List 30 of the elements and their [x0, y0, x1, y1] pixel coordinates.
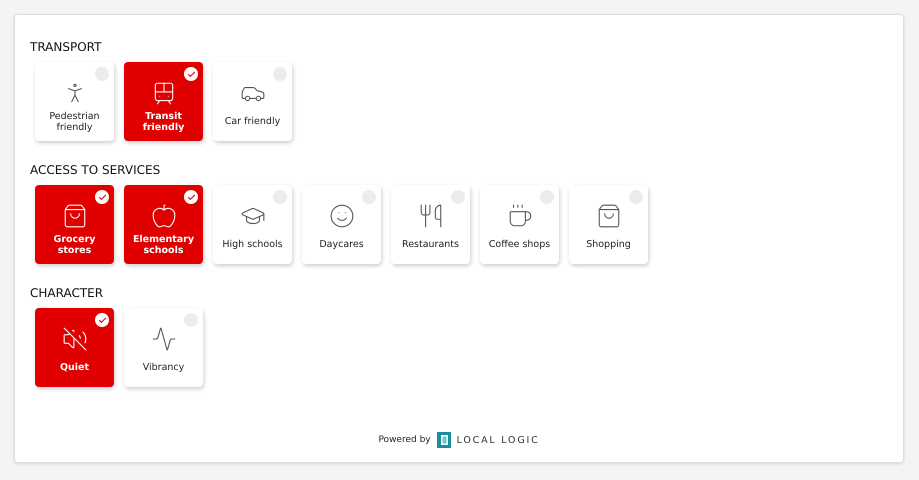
category-tile[interactable]: Car friendly — [213, 62, 292, 141]
category-tile[interactable]: Grocery stores — [35, 185, 114, 264]
category-tile[interactable]: Elementary schools — [124, 185, 203, 264]
section-title: CHARACTER — [30, 285, 104, 301]
check-icon — [95, 190, 109, 204]
muted-speaker-icon — [62, 326, 88, 352]
category-tile[interactable]: Shopping — [569, 185, 648, 264]
category-tile[interactable]: Coffee shops — [480, 185, 559, 264]
pulse-icon — [150, 326, 176, 352]
check-icon — [184, 67, 198, 81]
powered-by-text: Powered by — [378, 435, 431, 445]
apple-icon — [150, 203, 176, 229]
category-tile[interactable]: Vibrancy — [124, 308, 203, 387]
check-icon — [95, 313, 109, 327]
category-tile[interactable]: High schools — [213, 185, 292, 264]
shopping-bag-icon — [596, 203, 622, 229]
section-title: ACCESS TO SERVICES — [30, 162, 162, 178]
category-tile[interactable]: Transit friendly — [124, 62, 203, 141]
category-tile[interactable]: Pedestrian friendly — [35, 62, 114, 141]
category-tile[interactable]: Restaurants — [391, 185, 470, 264]
category-tile[interactable]: Quiet — [35, 308, 114, 387]
section-title: TRANSPORT — [30, 39, 102, 55]
bag-icon — [62, 203, 88, 229]
category-tile[interactable]: Daycares — [302, 185, 381, 264]
smiley-face-icon — [328, 203, 354, 229]
brand-name: LOCAL LOGIC — [456, 434, 540, 446]
fork-knife-icon — [418, 203, 444, 229]
coffee-cup-icon — [506, 203, 532, 229]
check-icon — [184, 190, 198, 204]
logo-icon — [436, 432, 451, 448]
